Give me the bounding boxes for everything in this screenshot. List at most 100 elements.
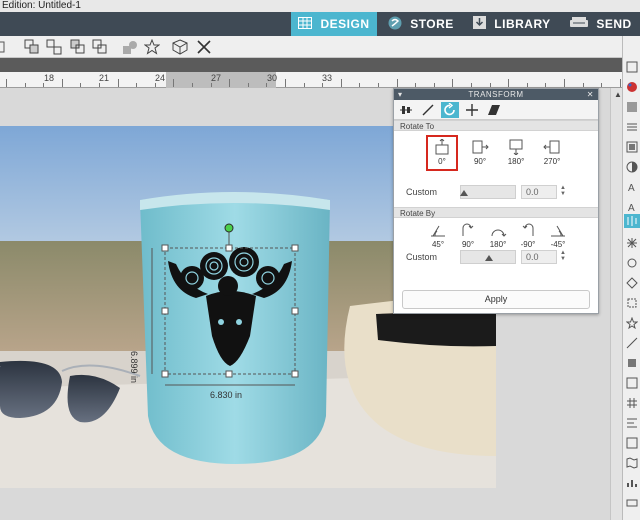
transform-panel-title-bar[interactable]: ▾ TRANSFORM ✕: [394, 89, 598, 100]
shapes-icon[interactable]: [122, 39, 138, 55]
window-title: Edition: Untitled-1: [0, 0, 640, 12]
rotate-tab[interactable]: [441, 102, 459, 118]
group-icon[interactable]: [24, 39, 40, 55]
ruler-label: 18: [44, 73, 55, 83]
line-style-icon[interactable]: [626, 120, 638, 132]
ruler-tick: [545, 83, 547, 87]
rotate-by-neg45-button[interactable]: -45°: [544, 220, 572, 252]
text-style-icon[interactable]: A: [626, 180, 638, 194]
ruler-tick: [61, 79, 63, 87]
page-setup-icon[interactable]: [626, 60, 638, 73]
ruler-tick: [378, 83, 379, 87]
trace-icon[interactable]: [626, 296, 638, 308]
align-tab[interactable]: [397, 102, 415, 118]
rotate-by-slider[interactable]: [460, 250, 516, 264]
library-icon: [473, 16, 487, 32]
ruler-tick: [471, 83, 472, 87]
rotate-to-custom-input[interactable]: 0.0: [521, 185, 557, 199]
rotate-to-90-button[interactable]: 90°: [466, 137, 494, 169]
chart-icon[interactable]: [626, 476, 638, 488]
transform-panel-icon[interactable]: [624, 214, 640, 228]
svg-text:A: A: [628, 203, 635, 213]
send-icon: [570, 16, 589, 32]
modify-icon[interactable]: [626, 256, 638, 268]
ruler-label: 33: [322, 73, 333, 83]
collapse-chevron-icon[interactable]: ▾: [398, 89, 403, 100]
shear-tab[interactable]: [485, 102, 503, 118]
ruler-tick: [619, 79, 621, 87]
rotate-to-180-button[interactable]: 180°: [502, 137, 530, 169]
close-icon[interactable]: [196, 39, 212, 55]
3d-box-icon[interactable]: [172, 39, 188, 55]
ruler-tick: [24, 83, 26, 87]
grid-sidebar-icon[interactable]: [626, 396, 638, 408]
store-icon: [388, 16, 402, 33]
tab-send-label: SEND: [596, 17, 632, 31]
star-sidebar-icon[interactable]: [625, 316, 639, 330]
replicate-icon[interactable]: [626, 236, 638, 248]
rotate-to-0-label: 0°: [438, 157, 446, 166]
fill-icon[interactable]: [626, 100, 638, 112]
compound-path-icon[interactable]: [70, 39, 86, 55]
library-sidebar-icon[interactable]: [626, 436, 638, 449]
half-circle-icon[interactable]: [626, 160, 638, 173]
puzzle-icon[interactable]: [626, 356, 638, 368]
rotate-by-90-button[interactable]: 90°: [454, 220, 482, 252]
palette-icon[interactable]: [626, 80, 638, 92]
rotate-to-header: Rotate To: [394, 120, 598, 131]
rotate-to-0-button[interactable]: 0°: [426, 135, 458, 171]
sketch-icon[interactable]: [626, 336, 638, 349]
shadow-icon[interactable]: [626, 140, 638, 153]
apply-button[interactable]: Apply: [402, 290, 590, 309]
ruler-tick: [415, 83, 417, 87]
slider-thumb[interactable]: [460, 190, 468, 196]
tab-store[interactable]: STORE: [378, 12, 464, 36]
rotate-by-header: Rotate By: [394, 207, 598, 218]
layers-icon[interactable]: [626, 376, 638, 389]
ungroup-icon[interactable]: [46, 39, 62, 55]
send-sidebar-icon[interactable]: [626, 496, 638, 508]
rotate-by-180-label: 180°: [489, 240, 507, 249]
rotate-by-stepper[interactable]: ▲ ▼: [560, 250, 566, 262]
ruler-tick: [229, 79, 231, 87]
scroll-up-icon[interactable]: ▲: [614, 90, 622, 99]
rotate-by-row: 45° 90° 180° -90° -45°: [394, 218, 598, 250]
release-compound-icon[interactable]: [92, 39, 108, 55]
ruler-tick: [452, 79, 454, 87]
slider-thumb[interactable]: [485, 255, 493, 261]
ruler-tick: [564, 79, 565, 87]
rotate-by-custom-input[interactable]: 0.0: [521, 250, 557, 264]
ruler-tick: [80, 83, 82, 87]
ruler-tick: [154, 83, 156, 87]
text-edit-icon[interactable]: A: [626, 200, 638, 214]
offset-icon[interactable]: [626, 276, 638, 289]
map-icon[interactable]: [626, 456, 638, 469]
ruler-tick: [526, 83, 528, 87]
ruler-tick: [266, 83, 268, 87]
ruler-label: 30: [267, 73, 278, 83]
ruler-tick: [340, 79, 342, 87]
ruler-tick: [43, 83, 45, 87]
tab-library[interactable]: LIBRARY: [466, 12, 558, 36]
vertical-scrollbar[interactable]: ▲: [610, 88, 622, 520]
close-panel-icon[interactable]: ✕: [587, 89, 594, 100]
rotate-to-270-button[interactable]: 270°: [538, 137, 566, 169]
align-icon[interactable]: [626, 416, 638, 428]
star-icon[interactable]: [143, 38, 161, 55]
rotate-by-45-button[interactable]: 45°: [424, 220, 452, 252]
move-tab[interactable]: [463, 102, 481, 118]
rotate-by-neg90-button[interactable]: -90°: [514, 220, 542, 252]
ruler-label: 27: [211, 73, 222, 83]
scale-tab[interactable]: [419, 102, 437, 118]
ruler-tick: [210, 83, 212, 87]
rotate-to-270-label: 270°: [543, 157, 561, 166]
rotate-by-180-button[interactable]: 180°: [484, 220, 512, 252]
rotate-to-90-label: 90°: [473, 157, 487, 166]
toolbar-partial-icon[interactable]: [0, 39, 16, 55]
selection-box[interactable]: [140, 218, 310, 408]
tab-send[interactable]: SEND: [562, 12, 640, 36]
rotate-to-slider[interactable]: [460, 185, 516, 199]
ruler-tick: [396, 79, 398, 87]
rotate-to-stepper[interactable]: ▲ ▼: [560, 185, 566, 197]
tab-design[interactable]: DESIGN: [291, 12, 377, 36]
